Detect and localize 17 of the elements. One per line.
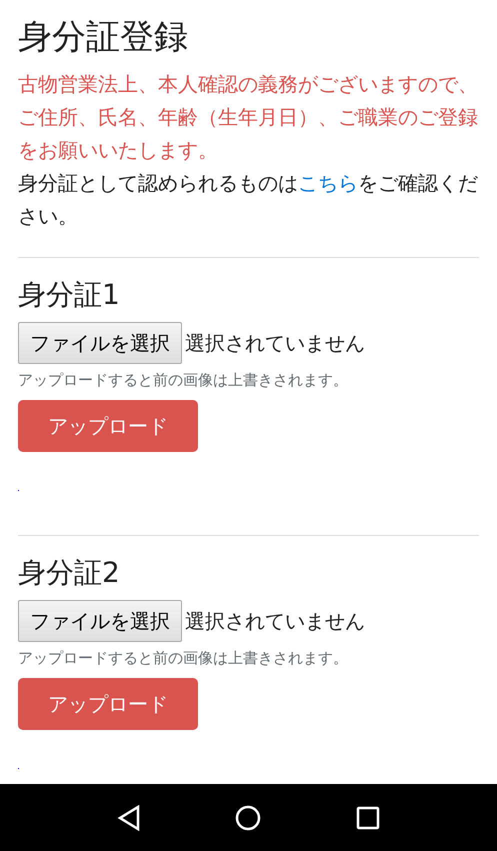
hint-text: アップロードすると前の画像は上書きされます。 <box>18 648 349 669</box>
section-heading: 身分証2 <box>18 555 121 591</box>
section-heading: 身分証1 <box>18 277 121 313</box>
notice-text: 古物営業法上、本人確認の義務がございますので、ご住所、氏名、年齢（生年月日）、ご職業のご登録をお願いいたします。 <box>18 71 479 164</box>
link[interactable]: こちら <box>298 171 358 195</box>
info-text: 身分証として認められるものはこちら をご確認ください。 <box>18 170 479 230</box>
file-choose-button[interactable]: ファイルを選択 <box>18 322 182 364</box>
page-title: 身分証登録 <box>18 16 189 59</box>
file-status: 選択されていません <box>185 330 365 357</box>
back-icon[interactable] <box>117 804 142 830</box>
upload-button[interactable]: アップロード <box>18 678 198 730</box>
hint-text: アップロードすると前の画像は上書きされます。 <box>18 370 349 391</box>
home-icon[interactable] <box>235 804 262 830</box>
upload-button[interactable]: アップロード <box>18 400 198 452</box>
file-status: 選択されていません <box>185 608 365 635</box>
recent-apps-icon[interactable] <box>356 806 380 830</box>
file-choose-button[interactable]: ファイルを選択 <box>18 600 182 642</box>
